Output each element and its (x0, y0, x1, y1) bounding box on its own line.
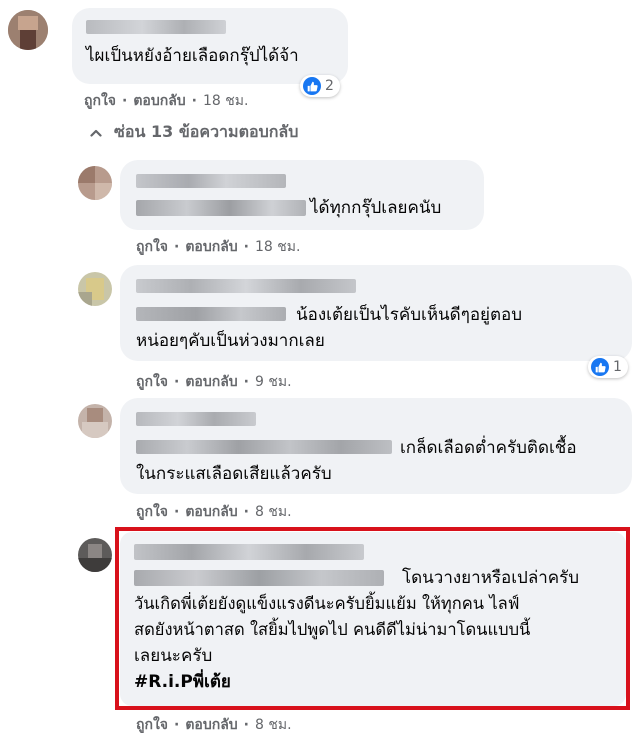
blurred-username (136, 174, 286, 188)
commenter-avatar[interactable] (8, 10, 48, 50)
blurred-username (86, 20, 226, 34)
reply-actions: ถูกใจ · ตอบกลับ · 8 ชม. (136, 714, 292, 736)
reaction-count: 1 (613, 359, 622, 375)
blurred-text (136, 440, 392, 454)
reaction-count-badge[interactable]: 1 (588, 356, 628, 378)
timestamp[interactable]: 18 ชม. (255, 236, 300, 258)
reply-avatar[interactable] (78, 166, 112, 200)
comment-bubble: ไผเป็นหยังอ้ายเลือดกรุ๊ปได้จ้า (72, 8, 348, 84)
like-link[interactable]: ถูกใจ (136, 501, 168, 523)
separator-dot: · (243, 239, 249, 255)
timestamp[interactable]: 8 ชม. (255, 714, 292, 736)
reply-bubble: โดนวางยาหรือเปล่าครับ วันเกิดพี่เต้ยยังด… (120, 532, 626, 706)
separator-dot: · (174, 717, 180, 733)
reply-text: ในกระแสเลือดเสียแล้วครับ (136, 464, 332, 484)
reaction-count-badge[interactable]: 2 (300, 75, 340, 97)
timestamp[interactable]: 8 ชม. (255, 501, 292, 523)
separator-dot: · (243, 504, 249, 520)
reply-actions: ถูกใจ · ตอบกลับ · 9 ชม. (136, 371, 292, 393)
reply-avatar[interactable] (78, 272, 112, 306)
reply-link[interactable]: ตอบกลับ (185, 714, 237, 736)
blurred-text (134, 570, 384, 586)
reply-text: สดยังหน้าตาสด ใสยิ้มไปพูดไป คนดีดีไม่น่า… (134, 620, 531, 639)
reply-link[interactable]: ตอบกลับ (185, 501, 237, 523)
reaction-count: 2 (325, 78, 334, 94)
separator-dot: · (174, 239, 180, 255)
like-icon (591, 358, 609, 376)
blurred-username (136, 279, 356, 293)
reply-bubble: น้องเต้ยเป็นไรคับเห็นดีๆอยู่ตอบ หน่อยๆคั… (120, 265, 632, 361)
blurred-username (136, 412, 256, 426)
comment-text: ไผเป็นหยังอ้ายเลือดกรุ๊ปได้จ้า (86, 46, 299, 66)
reply-text: วันเกิดพี่เต้ยยังดูแข็งแรงดีนะครับยิ้มแย… (134, 594, 520, 613)
reply-avatar[interactable] (78, 538, 112, 572)
reply-text: โดนวางยาหรือเปล่าครับ (402, 568, 580, 588)
separator-dot: · (122, 93, 128, 109)
blurred-text (136, 200, 306, 216)
blurred-text (136, 307, 286, 321)
separator-dot: · (174, 374, 180, 390)
hashtag-link[interactable]: #R.i.Pพี่เต้ย (134, 668, 231, 696)
separator-dot: · (174, 504, 180, 520)
separator-dot: · (191, 93, 197, 109)
like-link[interactable]: ถูกใจ (136, 714, 168, 736)
reply-actions: ถูกใจ · ตอบกลับ · 18 ชม. (136, 236, 300, 258)
hide-replies-button[interactable]: ซ่อน 13 ข้อความตอบกลับ (90, 120, 298, 145)
reply-actions: ถูกใจ · ตอบกลับ · 8 ชม. (136, 501, 292, 523)
reply-link[interactable]: ตอบกลับ (133, 90, 185, 112)
like-icon (303, 77, 321, 95)
reply-link[interactable]: ตอบกลับ (185, 371, 237, 393)
reply-text: ได้ทุกกรุ๊ปเลยคนับ (310, 198, 442, 218)
reply-text: น้องเต้ยเป็นไรคับเห็นดีๆอยู่ตอบ (296, 305, 523, 325)
reply-bubble: ได้ทุกกรุ๊ปเลยคนับ (120, 160, 484, 230)
comment-actions: ถูกใจ · ตอบกลับ · 18 ชม. (84, 90, 248, 112)
like-link[interactable]: ถูกใจ (136, 371, 168, 393)
separator-dot: · (243, 717, 249, 733)
hide-replies-label: ซ่อน 13 ข้อความตอบกลับ (114, 122, 299, 141)
reply-text: เกล็ดเลือดต่ำครับติดเชื้อ (400, 438, 577, 458)
reply-avatar[interactable] (78, 404, 112, 438)
timestamp[interactable]: 9 ชม. (255, 371, 292, 393)
chevron-up-icon (90, 129, 102, 137)
reply-text: หน่อยๆคับเป็นห่วงมากเลย (136, 331, 325, 351)
separator-dot: · (243, 374, 249, 390)
like-link[interactable]: ถูกใจ (84, 90, 116, 112)
blurred-username (134, 544, 364, 560)
reply-link[interactable]: ตอบกลับ (185, 236, 237, 258)
reply-text: เลยนะครับ (134, 646, 213, 666)
like-link[interactable]: ถูกใจ (136, 236, 168, 258)
timestamp[interactable]: 18 ชม. (203, 90, 248, 112)
reply-bubble: เกล็ดเลือดต่ำครับติดเชื้อ ในกระแสเลือดเส… (120, 398, 632, 494)
